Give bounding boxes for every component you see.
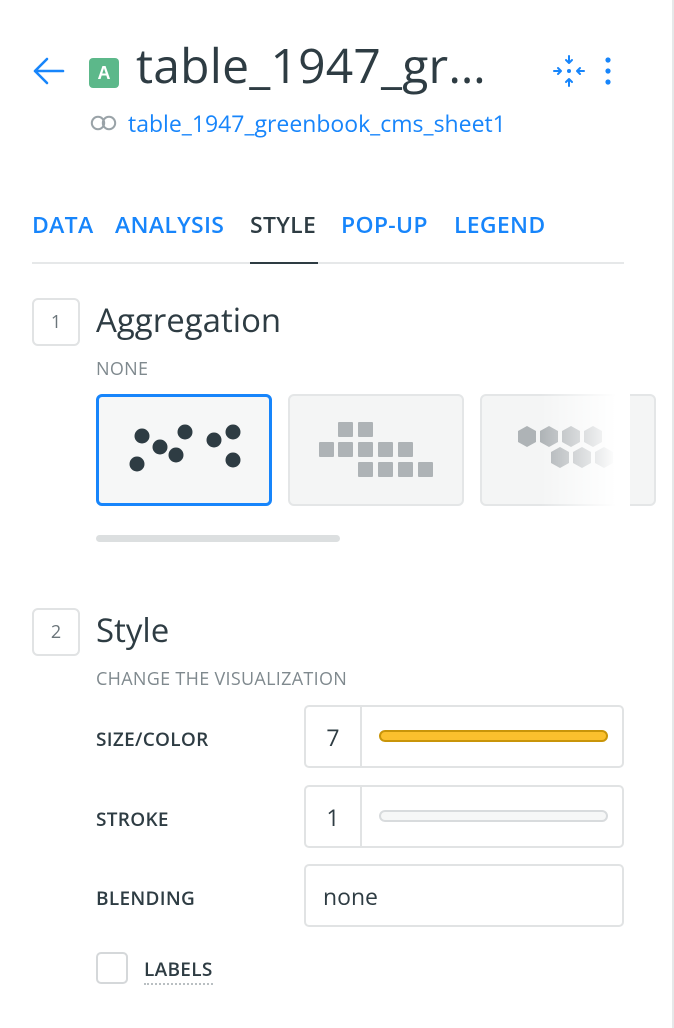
labels-checkbox[interactable] bbox=[96, 952, 128, 984]
layer-letter-badge: A bbox=[89, 58, 119, 88]
tab-legend[interactable]: LEGEND bbox=[454, 207, 549, 264]
dataset-link-icon bbox=[90, 114, 118, 131]
aggregation-option-points[interactable] bbox=[96, 394, 272, 506]
labels-checkbox-label[interactable]: LABELS bbox=[144, 956, 213, 985]
tab-analysis[interactable]: ANALYSIS bbox=[115, 207, 227, 264]
source-dataset-link[interactable]: table_1947_greenbook_cms_sheet1 bbox=[128, 107, 506, 139]
squares-grid-icon bbox=[319, 422, 433, 477]
section-title-aggregation: Aggregation bbox=[96, 297, 282, 342]
blending-select[interactable]: none bbox=[304, 864, 624, 927]
aggregation-current-value: NONE bbox=[96, 357, 149, 381]
stroke-label: STROKE bbox=[96, 806, 169, 832]
size-color-control: 7 bbox=[304, 705, 624, 768]
arrow-left-icon bbox=[33, 57, 65, 85]
stroke-input[interactable]: 1 bbox=[306, 787, 362, 846]
fill-color-bar[interactable] bbox=[379, 730, 608, 742]
layer-title[interactable]: table_1947_gr… bbox=[136, 36, 536, 96]
step-number-style: 2 bbox=[32, 608, 80, 656]
tab-bar: DATA ANALYSIS STYLE POP-UP LEGEND bbox=[32, 207, 624, 264]
stroke-control: 1 bbox=[304, 785, 624, 848]
zoom-to-layer-icon[interactable] bbox=[553, 55, 585, 87]
style-subtitle: CHANGE THE VISUALIZATION bbox=[96, 667, 348, 691]
points-icon bbox=[129, 424, 241, 472]
size-color-label: SIZE/COLOR bbox=[96, 726, 209, 752]
size-input[interactable]: 7 bbox=[306, 707, 362, 766]
tab-style[interactable]: STYLE bbox=[250, 207, 318, 264]
step-number-aggregation: 1 bbox=[32, 298, 80, 346]
section-title-style: Style bbox=[96, 607, 170, 652]
carousel-scrollbar[interactable] bbox=[96, 535, 340, 542]
aggregation-option-squares[interactable] bbox=[288, 394, 464, 506]
back-button[interactable] bbox=[30, 52, 68, 90]
tab-pop-up[interactable]: POP-UP bbox=[341, 207, 431, 264]
more-options-icon[interactable] bbox=[598, 55, 618, 87]
stroke-color-bar[interactable] bbox=[379, 810, 608, 822]
hexagon-grid-icon bbox=[518, 426, 613, 468]
blending-value: none bbox=[323, 879, 378, 912]
blending-label: BLENDING bbox=[96, 885, 196, 911]
aggregation-option-hexabins[interactable] bbox=[480, 394, 656, 506]
tab-data[interactable]: DATA bbox=[32, 207, 93, 264]
